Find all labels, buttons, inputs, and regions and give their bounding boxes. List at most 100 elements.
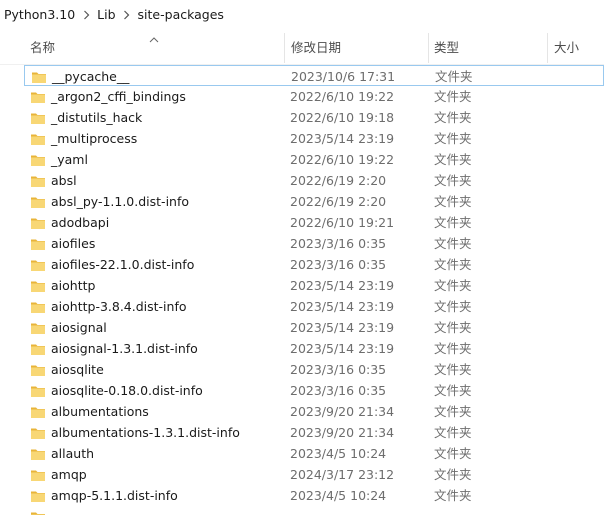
breadcrumb: Python3.10 Lib site-packages [0,0,604,28]
file-date-modified: 2022/6/10 19:22 [290,89,395,104]
file-name: amqp [51,467,87,482]
column-divider[interactable] [547,33,548,63]
file-type: 文件夹 [434,425,472,440]
breadcrumb-item-lib[interactable]: Lib [97,7,115,22]
breadcrumb-item-site-packages[interactable]: site-packages [138,7,224,22]
file-date-modified: 2022/6/10 19:22 [290,152,395,167]
file-name: albumentations [51,404,149,419]
folder-icon [31,69,47,85]
file-row[interactable]: aiofiles 2023/3/16 0:35 文件夹 [24,233,604,254]
file-row[interactable] [24,506,604,515]
file-name: adodbapi [51,215,110,230]
file-row[interactable]: absl 2022/6/19 2:20 文件夹 [24,170,604,191]
file-name: absl [51,173,77,188]
folder-icon [30,257,46,273]
file-name: _multiprocess [51,131,138,146]
file-date-modified: 2023/3/16 0:35 [290,383,387,398]
file-row[interactable]: aiohttp-3.8.4.dist-info 2023/5/14 23:19 文件… [24,296,604,317]
file-row[interactable]: aiosqlite-0.18.0.dist-info 2023/3/16 0:35… [24,380,604,401]
file-type: 文件夹 [434,131,472,146]
file-row[interactable]: adodbapi 2022/6/10 19:21 文件夹 [24,212,604,233]
folder-icon [30,215,46,231]
file-name: allauth [51,446,95,461]
file-type: 文件夹 [434,110,472,125]
file-name: _distutils_hack [51,110,143,125]
file-row[interactable]: _multiprocess 2023/5/14 23:19 文件夹 [24,128,604,149]
file-type: 文件夹 [434,89,472,104]
folder-icon [30,425,46,441]
folder-icon [30,446,46,462]
file-date-modified: 2022/6/10 19:21 [290,215,395,230]
chevron-right-icon[interactable] [75,7,97,21]
file-type: 文件夹 [434,194,472,209]
file-row[interactable]: amqp-5.1.1.dist-info 2023/4/5 10:24 文件夹 [24,485,604,506]
file-row[interactable]: __pycache__ 2023/10/6 17:31 文件夹 [24,65,604,86]
folder-icon [30,383,46,399]
file-type: 文件夹 [434,320,472,335]
folder-icon [30,362,46,378]
file-row[interactable]: aiosignal-1.3.1.dist-info 2023/5/14 23:19… [24,338,604,359]
file-row[interactable]: aiofiles-22.1.0.dist-info 2023/3/16 0:35 文… [24,254,604,275]
file-row[interactable]: albumentations 2023/9/20 21:34 文件夹 [24,401,604,422]
file-row[interactable]: absl_py-1.1.0.dist-info 2022/6/19 2:20 文件夹 [24,191,604,212]
folder-icon [30,509,46,515]
column-header-bar: 名称 修改日期 类型 大小 [0,28,604,65]
file-row[interactable]: _yaml 2022/6/10 19:22 文件夹 [24,149,604,170]
column-header-type[interactable]: 类型 [434,28,544,65]
file-type: 文件夹 [434,278,472,293]
column-divider[interactable] [284,33,285,63]
file-type: 文件夹 [434,257,472,272]
file-row[interactable]: aiosqlite 2023/3/16 0:35 文件夹 [24,359,604,380]
file-type: 文件夹 [434,383,472,398]
file-row[interactable]: albumentations-1.3.1.dist-info 2023/9/20 … [24,422,604,443]
file-date-modified: 2023/5/14 23:19 [290,278,395,293]
file-name: absl_py-1.1.0.dist-info [51,194,190,209]
file-date-modified: 2023/5/14 23:19 [290,320,395,335]
folder-icon [30,488,46,504]
file-date-modified: 2023/9/20 21:34 [290,425,395,440]
file-name: amqp-5.1.1.dist-info [51,488,178,503]
file-row[interactable]: _argon2_cffi_bindings 2022/6/10 19:22 文件夹 [24,86,604,107]
column-header-name[interactable]: 名称 [30,28,280,65]
file-name: aiohttp-3.8.4.dist-info [51,299,187,314]
file-type: 文件夹 [434,341,472,356]
file-row[interactable]: allauth 2023/4/5 10:24 文件夹 [24,443,604,464]
file-date-modified: 2023/5/14 23:19 [290,299,395,314]
file-type: 文件夹 [434,173,472,188]
file-row[interactable]: aiohttp 2023/5/14 23:19 文件夹 [24,275,604,296]
file-name: _yaml [51,152,88,167]
file-type: 文件夹 [434,488,472,503]
file-name: aiosqlite-0.18.0.dist-info [51,383,203,398]
file-type: 文件夹 [434,299,472,314]
file-name: __pycache__ [52,69,130,84]
file-date-modified: 2023/3/16 0:35 [290,236,387,251]
folder-icon [30,194,46,210]
file-name: aiosignal-1.3.1.dist-info [51,341,198,356]
folder-icon [30,236,46,252]
folder-icon [30,131,46,147]
chevron-right-icon[interactable] [116,7,138,21]
column-header-date[interactable]: 修改日期 [291,28,426,65]
folder-icon [30,173,46,189]
folder-icon [30,299,46,315]
file-row[interactable]: aiosignal 2023/5/14 23:19 文件夹 [24,317,604,338]
file-row[interactable]: amqp 2024/3/17 23:12 文件夹 [24,464,604,485]
column-divider[interactable] [428,33,429,63]
column-header-size[interactable]: 大小 [554,28,604,65]
folder-icon [30,320,46,336]
breadcrumb-item-python310[interactable]: Python3.10 [4,7,75,22]
file-type: 文件夹 [435,69,473,84]
file-date-modified: 2023/9/20 21:34 [290,404,395,419]
file-type: 文件夹 [434,467,472,482]
file-name: aiofiles-22.1.0.dist-info [51,257,195,272]
file-date-modified: 2023/10/6 17:31 [291,69,396,84]
file-date-modified: 2022/6/19 2:20 [290,173,387,188]
file-date-modified: 2023/3/16 0:35 [290,257,387,272]
file-date-modified: 2022/6/19 2:20 [290,194,387,209]
file-name: aiosignal [51,320,107,335]
file-row[interactable]: _distutils_hack 2022/6/10 19:18 文件夹 [24,107,604,128]
folder-icon [30,467,46,483]
file-name: aiofiles [51,236,96,251]
folder-icon [30,341,46,357]
folder-icon [30,89,46,105]
